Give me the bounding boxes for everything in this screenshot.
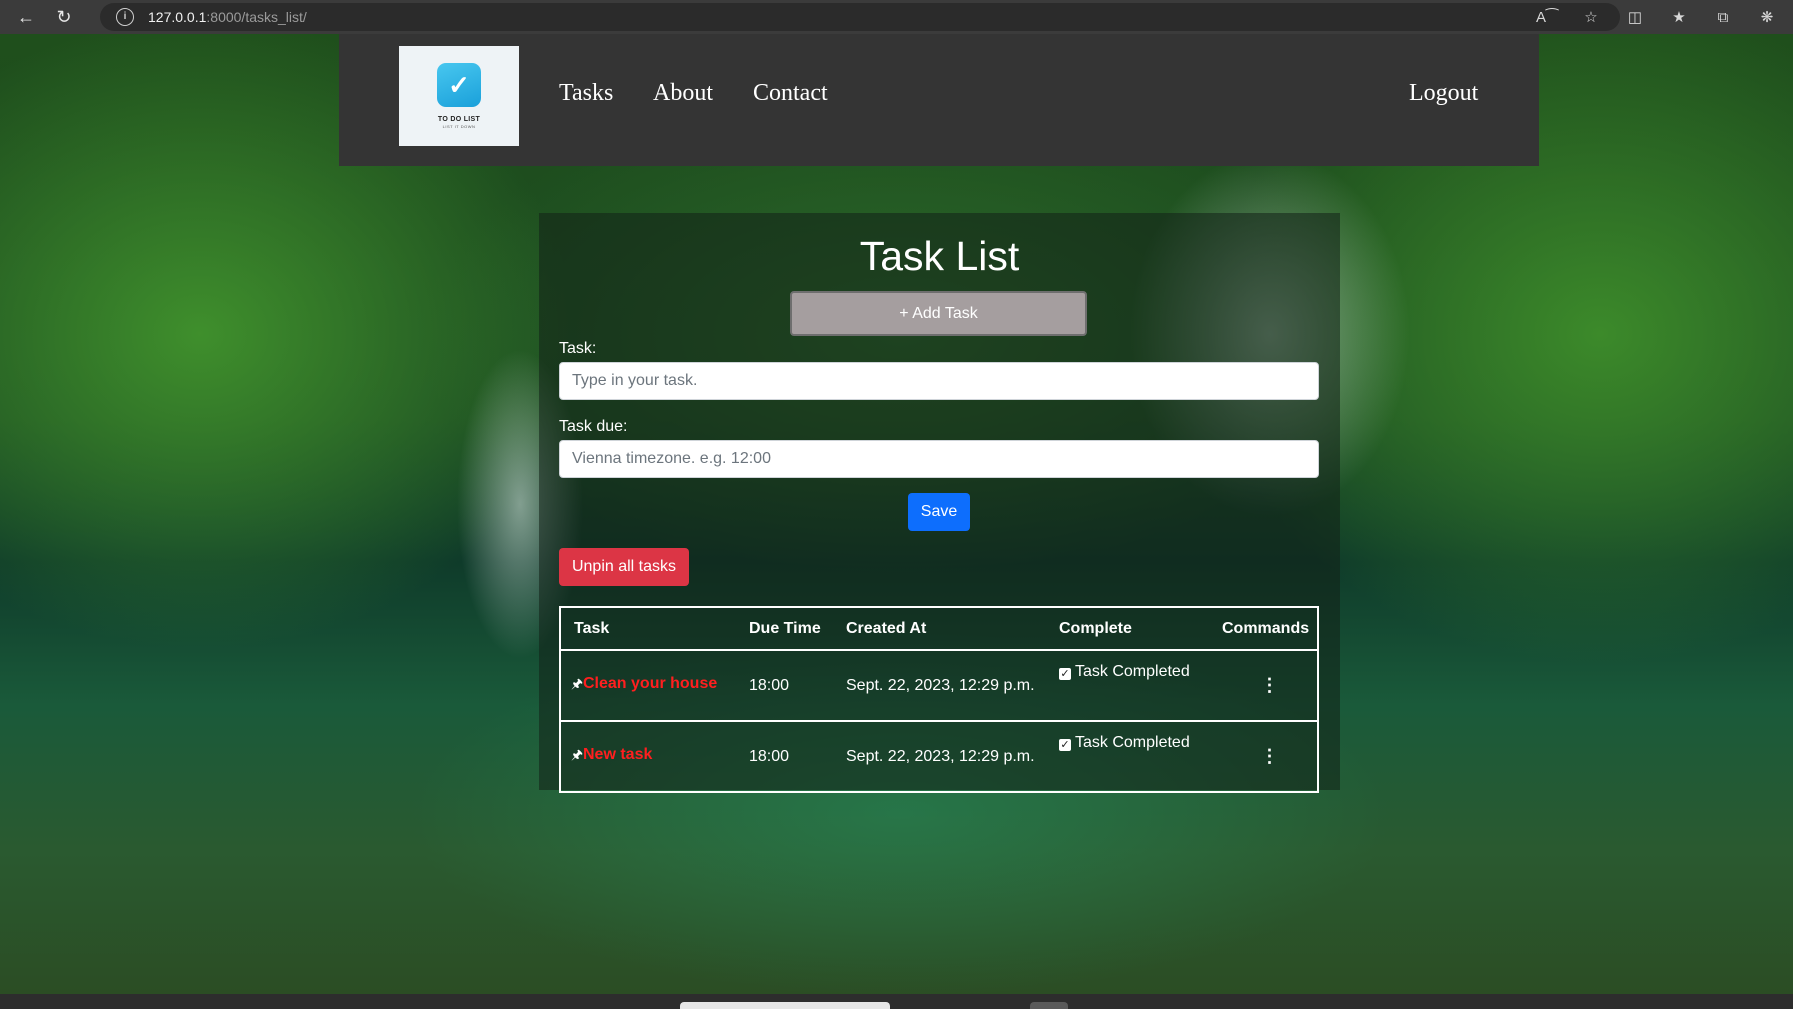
browser-actions: A⁀ ☆ ◫ ★ ⧉ ❋ bbox=[1535, 5, 1779, 29]
reload-icon[interactable]: ↻ bbox=[52, 5, 76, 29]
task-cell: 🖈New task bbox=[560, 720, 736, 792]
extensions-icon[interactable]: ❋ bbox=[1755, 5, 1779, 29]
split-screen-icon[interactable]: ◫ bbox=[1623, 5, 1647, 29]
task-due-input[interactable] bbox=[559, 440, 1319, 478]
favorites-icon[interactable]: ★ bbox=[1667, 5, 1691, 29]
task-panel: Task List + Add Task Task: Task due: Sav… bbox=[539, 213, 1340, 793]
created-at-cell: Sept. 22, 2023, 12:29 p.m. bbox=[833, 720, 1046, 792]
table-header-row: Task Due Time Created At Complete Comman… bbox=[560, 607, 1318, 651]
checkmark-icon: ✓ bbox=[437, 63, 481, 107]
add-task-button[interactable]: + Add Task bbox=[790, 291, 1087, 336]
checkbox-checked-icon[interactable]: ✓ bbox=[1059, 668, 1071, 680]
task-cell: 🖈Clean your house bbox=[560, 650, 736, 721]
column-header-complete: Complete bbox=[1046, 607, 1209, 651]
back-icon[interactable]: ← bbox=[14, 5, 38, 29]
kebab-menu-icon[interactable]: ⋮ bbox=[1222, 675, 1317, 696]
commands-cell: ⋮ bbox=[1209, 650, 1318, 721]
complete-text: Task Completed bbox=[1075, 734, 1190, 751]
table-row: 🖈Clean your house 18:00 Sept. 22, 2023, … bbox=[560, 650, 1318, 721]
tasks-table: Task Due Time Created At Complete Comman… bbox=[559, 606, 1319, 793]
logout-link[interactable]: Logout bbox=[1409, 80, 1478, 107]
nav-link-contact[interactable]: Contact bbox=[753, 80, 828, 107]
kebab-menu-icon[interactable]: ⋮ bbox=[1222, 746, 1317, 767]
taskbar-item[interactable] bbox=[680, 1002, 890, 1009]
site-navbar: ✓ TO DO LIST LIST IT DOWN Tasks About Co… bbox=[339, 34, 1539, 166]
checkbox-checked-icon[interactable]: ✓ bbox=[1059, 739, 1071, 751]
table-row: 🖈New task 18:00 Sept. 22, 2023, 12:29 p.… bbox=[560, 720, 1318, 792]
task-label: Task: bbox=[559, 340, 597, 357]
taskbar-item[interactable] bbox=[1030, 1002, 1068, 1009]
nav-link-tasks[interactable]: Tasks bbox=[559, 80, 613, 107]
pin-icon[interactable]: 🖈 bbox=[571, 675, 583, 697]
task-due-label: Task due: bbox=[559, 418, 628, 435]
complete-cell: ✓ Task Completed bbox=[1046, 720, 1209, 792]
created-at-cell: Sept. 22, 2023, 12:29 p.m. bbox=[846, 676, 1035, 694]
read-aloud-icon[interactable]: A⁀ bbox=[1535, 5, 1559, 29]
info-icon[interactable]: i bbox=[116, 8, 134, 26]
save-button[interactable]: Save bbox=[908, 493, 970, 531]
unpin-all-button[interactable]: Unpin all tasks bbox=[559, 548, 689, 586]
site-logo[interactable]: ✓ TO DO LIST LIST IT DOWN bbox=[399, 46, 519, 146]
task-name-link[interactable]: New task bbox=[583, 746, 652, 763]
complete-cell: ✓ Task Completed bbox=[1046, 650, 1209, 721]
url-text[interactable]: 127.0.0.1:8000/tasks_list/ bbox=[148, 9, 307, 25]
url-path: :8000/tasks_list/ bbox=[206, 9, 307, 25]
browser-toolbar: ← ↻ i 127.0.0.1:8000/tasks_list/ A⁀ ☆ ◫ … bbox=[0, 0, 1793, 34]
task-input[interactable] bbox=[559, 362, 1319, 400]
column-header-task: Task bbox=[560, 607, 736, 651]
favorite-star-icon[interactable]: ☆ bbox=[1579, 5, 1603, 29]
column-header-commands: Commands bbox=[1209, 607, 1318, 651]
due-time-cell: 18:00 bbox=[736, 720, 833, 792]
column-header-due-time: Due Time bbox=[736, 607, 833, 651]
nav-link-about[interactable]: About bbox=[653, 80, 713, 107]
commands-cell: ⋮ bbox=[1209, 720, 1318, 792]
logo-text: TO DO LIST bbox=[437, 116, 481, 123]
page-title: Task List bbox=[859, 233, 1020, 279]
url-host: 127.0.0.1 bbox=[148, 9, 207, 25]
column-header-created-at: Created At bbox=[833, 607, 1046, 651]
taskbar-strip bbox=[0, 994, 1793, 1009]
complete-text: Task Completed bbox=[1075, 663, 1190, 680]
due-time-cell: 18:00 bbox=[749, 676, 790, 694]
task-name-link[interactable]: Clean your house bbox=[583, 675, 717, 692]
collections-icon[interactable]: ⧉ bbox=[1711, 5, 1735, 29]
pin-icon[interactable]: 🖈 bbox=[571, 746, 583, 768]
address-bar[interactable]: i 127.0.0.1:8000/tasks_list/ bbox=[100, 3, 1620, 31]
logo-subtext: LIST IT DOWN bbox=[442, 124, 476, 129]
